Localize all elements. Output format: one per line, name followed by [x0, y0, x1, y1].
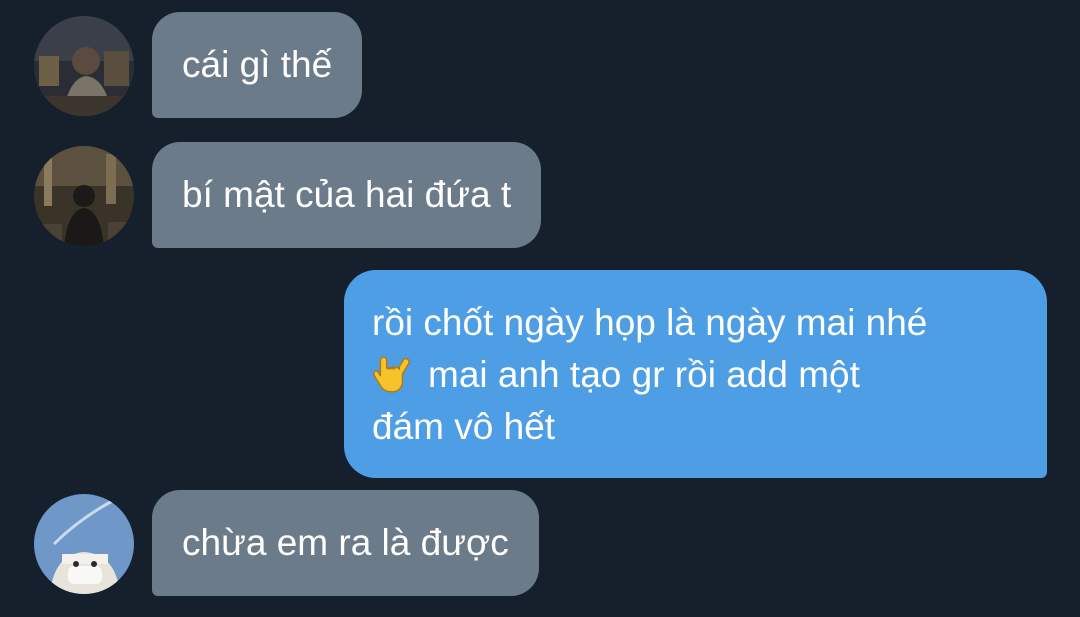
sender-avatar[interactable]	[34, 146, 134, 246]
sender-avatar[interactable]	[34, 494, 134, 594]
message-text-line: rồi chốt ngày họp là ngày mai nhé	[372, 302, 928, 343]
message-text-line: mai anh tạo gr rồi add một	[372, 349, 1017, 401]
avatar-person-street-back-image	[34, 146, 134, 246]
sender-avatar[interactable]	[34, 16, 134, 116]
message-text: cái gì thế	[182, 44, 333, 85]
outgoing-message-bubble[interactable]: rồi chốt ngày họp là ngày mai nhé mai an…	[344, 270, 1047, 478]
incoming-message-bubble[interactable]: bí mật của hai đứa t	[152, 142, 542, 248]
avatar-child-blue-sky-image	[34, 494, 134, 594]
message-text: bí mật của hai đứa t	[182, 174, 512, 215]
message-text-line: đám vô hết	[372, 406, 556, 447]
incoming-message-bubble[interactable]: chừa em ra là được	[152, 490, 539, 596]
chat-thread: cái gì thế bí mật của hai đứa t rồi chốt…	[0, 0, 1080, 617]
incoming-message-bubble[interactable]: cái gì thế	[152, 12, 363, 118]
message-text: chừa em ra là được	[182, 522, 509, 563]
love-you-gesture-icon	[372, 353, 414, 395]
avatar-man-night-city-image	[34, 16, 134, 116]
